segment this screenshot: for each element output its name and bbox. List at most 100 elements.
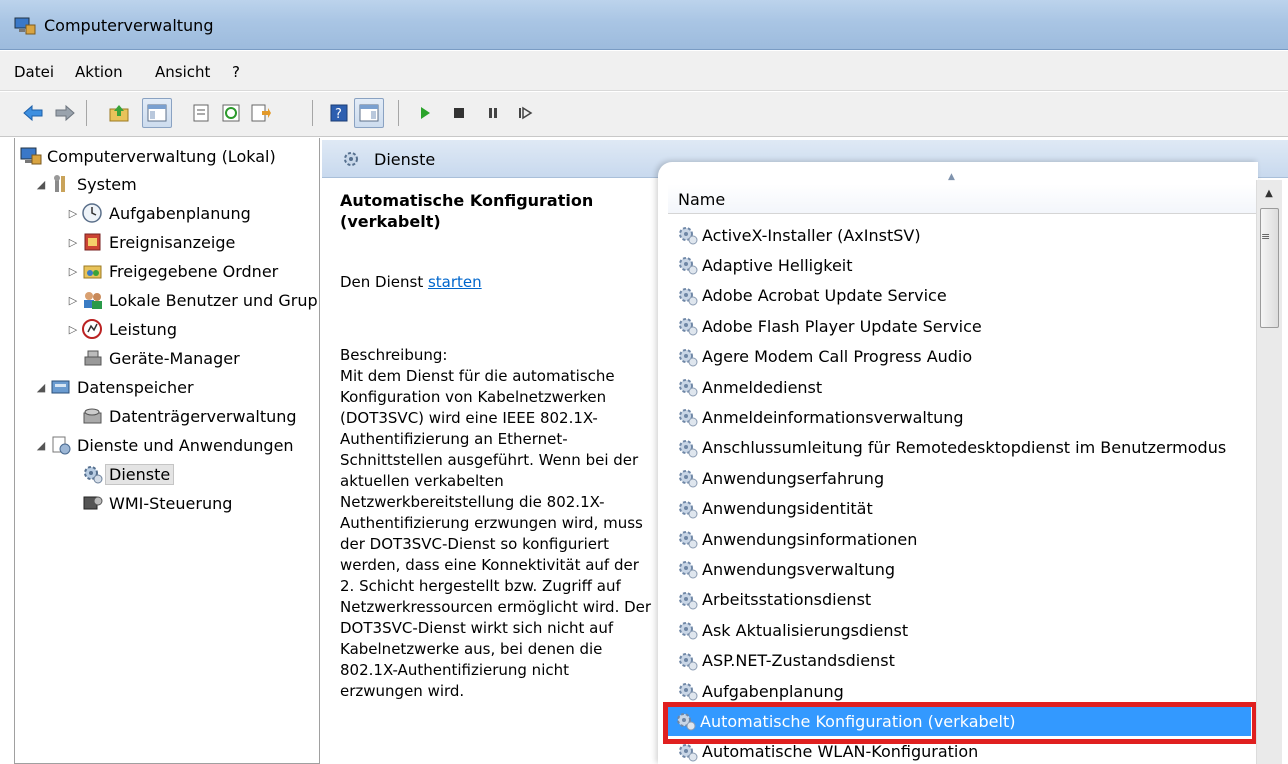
- wmi-icon: [83, 496, 103, 510]
- service-gear-icon: [679, 591, 698, 610]
- service-name: Aufgabenplanung: [702, 681, 844, 701]
- service-gear-icon: [679, 348, 698, 367]
- menu-datei[interactable]: Datei: [14, 63, 54, 81]
- export-list-icon[interactable]: [246, 98, 276, 128]
- service-row[interactable]: ASP.NET-Zustandsdienst: [668, 646, 1258, 676]
- service-gear-icon: [679, 439, 698, 458]
- computer-management-icon: [20, 147, 42, 165]
- resume-icon[interactable]: [510, 98, 540, 128]
- tree-item-label: Aufgabenplanung: [109, 203, 251, 223]
- service-gear-icon: [679, 500, 698, 519]
- vertical-scrollbar[interactable]: ▲ ≡: [1256, 180, 1282, 764]
- expand-arrow-icon[interactable]: ▷: [65, 294, 81, 307]
- service-row[interactable]: Anwendungsverwaltung: [668, 554, 1258, 584]
- service-description-pane: Automatische Konfiguration (verkabelt) D…: [340, 190, 655, 702]
- expand-arrow-icon[interactable]: ▷: [65, 207, 81, 220]
- start-service-prefix: Den Dienst: [340, 273, 428, 291]
- collapse-arrow-icon[interactable]: ◢: [33, 381, 49, 394]
- service-name: Anwendungsinformationen: [702, 529, 918, 549]
- shared-folder-icon: [83, 265, 102, 279]
- service-row[interactable]: Anwendungsidentität: [668, 494, 1258, 524]
- tree-item-leistung[interactable]: ▷ Leistung: [65, 315, 177, 343]
- column-header-name[interactable]: ▲ Name: [668, 172, 1258, 214]
- start-service-link[interactable]: starten: [428, 273, 482, 291]
- tree-item-datentraegerverwaltung[interactable]: Datenträgerverwaltung: [81, 402, 297, 430]
- menu-bar: Datei Aktion Ansicht ?: [0, 51, 1288, 91]
- services-apps-icon: [52, 436, 71, 455]
- users-icon: [84, 292, 102, 309]
- service-row[interactable]: Adaptive Helligkeit: [668, 250, 1258, 280]
- service-row[interactable]: ActiveX-Installer (AxInstSV): [668, 220, 1258, 250]
- properties-icon[interactable]: [186, 98, 216, 128]
- tree-item-datenspeicher[interactable]: ◢ Datenspeicher: [33, 373, 194, 401]
- show-hide-action-pane-icon[interactable]: [354, 98, 384, 128]
- service-row[interactable]: Agere Modem Call Progress Audio: [668, 342, 1258, 372]
- pause-icon[interactable]: [478, 98, 508, 128]
- tree-item-freigegebene-ordner[interactable]: ▷ Freigegebene Ordner: [65, 257, 278, 285]
- tree-item-dienste[interactable]: Dienste: [81, 460, 175, 488]
- tree-item-ereignisanzeige[interactable]: ▷ Ereignisanzeige: [65, 228, 236, 256]
- service-row[interactable]: Adobe Acrobat Update Service: [668, 281, 1258, 311]
- collapse-arrow-icon[interactable]: ◢: [33, 178, 49, 191]
- tree-item-wmi-steuerung[interactable]: WMI-Steuerung: [81, 489, 232, 517]
- service-name: Anwendungsverwaltung: [702, 559, 896, 579]
- tree-item-lokale-benutzer[interactable]: ▷ Lokale Benutzer und Gruppen: [65, 286, 319, 314]
- service-gear-icon: [679, 531, 698, 549]
- sort-ascending-icon: ▲: [948, 172, 955, 182]
- up-folder-icon[interactable]: [104, 98, 134, 128]
- service-row[interactable]: Anmeldedienst: [668, 372, 1258, 402]
- computer-management-icon: [14, 17, 36, 35]
- service-name: Anmeldedienst: [702, 377, 823, 397]
- svg-text:?: ?: [335, 107, 342, 122]
- play-icon[interactable]: [410, 98, 440, 128]
- tree-item-dienste-und-anwendungen[interactable]: ◢ Dienste und Anwendungen: [33, 431, 294, 459]
- scrollbar-grip-icon: ≡: [1261, 230, 1271, 243]
- help-icon[interactable]: ?: [324, 98, 354, 128]
- service-name: Anwendungsidentität: [702, 499, 873, 519]
- service-gear-icon: [679, 561, 698, 579]
- toolbar: ?: [0, 92, 1288, 137]
- service-name: Automatische WLAN-Konfiguration: [702, 742, 979, 762]
- service-gear-icon: [679, 470, 698, 488]
- forward-arrow-icon[interactable]: [50, 98, 80, 128]
- menu-aktion[interactable]: Aktion: [75, 63, 123, 81]
- menu-ansicht[interactable]: Ansicht: [155, 63, 210, 81]
- event-viewer-icon: [84, 233, 101, 251]
- service-row[interactable]: Arbeitsstationsdienst: [668, 585, 1258, 615]
- tree-item-geraete-manager[interactable]: Geräte-Manager: [81, 344, 240, 372]
- service-name: Anschlussumleitung für Remotedesktopdien…: [702, 438, 1227, 458]
- service-name: Adobe Flash Player Update Service: [702, 316, 982, 336]
- scroll-up-icon[interactable]: ▲: [1257, 184, 1281, 204]
- stop-icon[interactable]: [444, 98, 474, 128]
- service-row[interactable]: Adobe Flash Player Update Service: [668, 311, 1258, 341]
- service-row[interactable]: Anwendungserfahrung: [668, 463, 1258, 493]
- console-tree: Computerverwaltung (Lokal) ◢ System ▷ Au…: [14, 138, 320, 764]
- service-row[interactable]: Anwendungsinformationen: [668, 524, 1258, 554]
- service-gear-icon: [679, 257, 698, 275]
- tree-item-label: System: [77, 174, 137, 194]
- service-row[interactable]: Anmeldeinformationsverwaltung: [668, 402, 1258, 432]
- disk-management-icon: [83, 408, 102, 424]
- service-row[interactable]: Ask Aktualisierungsdienst: [668, 615, 1258, 645]
- service-gear-icon: [679, 409, 698, 427]
- tree-item-label: Datenträgerverwaltung: [109, 406, 297, 426]
- tree-item-system[interactable]: ◢ System: [33, 170, 137, 198]
- collapse-arrow-icon[interactable]: ◢: [33, 439, 49, 452]
- expand-arrow-icon[interactable]: ▷: [65, 323, 81, 336]
- description-heading: Beschreibung:: [340, 346, 448, 364]
- tree-item-label: Datenspeicher: [77, 377, 194, 397]
- refresh-icon[interactable]: [216, 98, 246, 128]
- tree-item-aufgabenplanung[interactable]: ▷ Aufgabenplanung: [65, 199, 251, 227]
- toolbar-separator: [86, 100, 87, 126]
- tree-item-computerverwaltung[interactable]: Computerverwaltung (Lokal): [19, 142, 276, 170]
- expand-arrow-icon[interactable]: ▷: [65, 236, 81, 249]
- service-name: Anmeldeinformationsverwaltung: [702, 407, 964, 427]
- tree-item-label: Lokale Benutzer und Gruppen: [109, 290, 319, 310]
- scrollbar-thumb[interactable]: [1260, 208, 1279, 328]
- device-manager-icon: [84, 350, 102, 366]
- back-arrow-icon[interactable]: [18, 98, 48, 128]
- show-hide-tree-icon[interactable]: [142, 98, 172, 128]
- menu-help[interactable]: ?: [232, 63, 240, 81]
- service-row[interactable]: Anschlussumleitung für Remotedesktopdien…: [668, 433, 1258, 463]
- expand-arrow-icon[interactable]: ▷: [65, 265, 81, 278]
